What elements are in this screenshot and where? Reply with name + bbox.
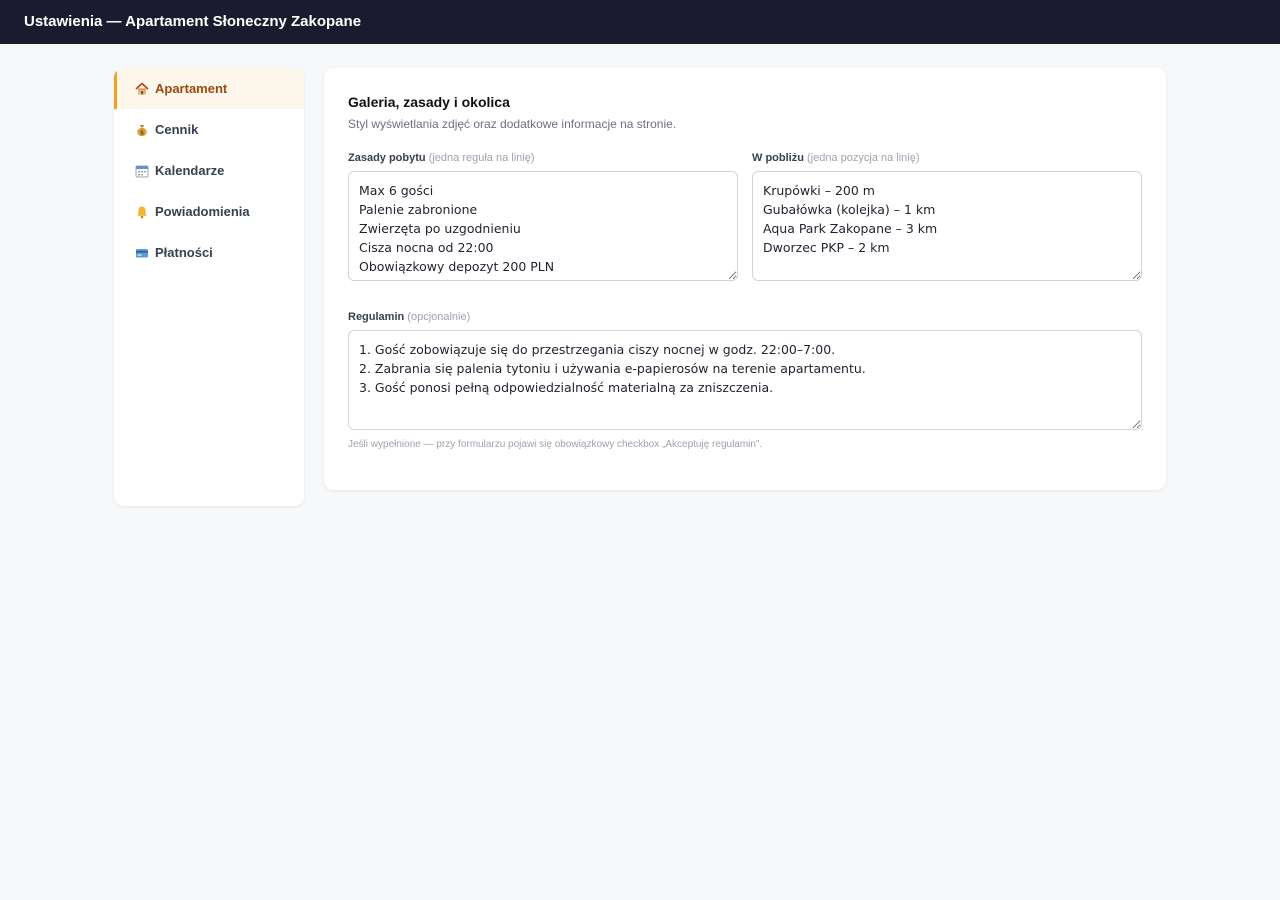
terms-label-hint: (opcjonalnie): [407, 311, 471, 323]
sidebar-item-label: Kalendarze: [155, 163, 225, 178]
sidebar-item-label: Apartament: [155, 81, 228, 96]
sidebar-item-label: Cennik: [155, 122, 199, 137]
rules-label-text: Zasady pobytu: [348, 152, 426, 164]
rules-label-hint: (jedna reguła na linię): [428, 152, 535, 164]
terms-label-text: Regulamin: [348, 311, 405, 323]
nearby-label-hint: (jedna pozycja na linię): [807, 152, 920, 164]
terms-help-text: Jeśli wypełnione — przy formularzu pojaw…: [348, 439, 763, 450]
rules-label: Zasady pobytu (jedna reguła na linię): [348, 152, 534, 164]
page-title: Ustawienia — Apartament Słoneczny Zakopa…: [24, 13, 362, 30]
nearby-label-text: W pobliżu: [752, 152, 804, 164]
sidebar-item-label: Powiadomienia: [155, 204, 250, 219]
nearby-label: W pobliżu (jedna pozycja na linię): [752, 152, 920, 164]
section-description: Styl wyświetlania zdjęć oraz dodatkowe i…: [348, 117, 677, 131]
house-icon: [134, 81, 150, 97]
svg-text:$: $: [140, 129, 144, 136]
section-title: Galeria, zasady i okolica: [348, 94, 510, 110]
calendar-icon: [134, 163, 150, 179]
sidebar-item-platnosci[interactable]: Płatności: [114, 232, 304, 273]
app-header: Ustawienia — Apartament Słoneczny Zakopa…: [0, 0, 1280, 44]
money-bag-icon: $: [134, 122, 150, 138]
sidebar-item-label: Płatności: [155, 245, 213, 260]
bell-icon: [134, 204, 150, 220]
terms-textarea[interactable]: [348, 330, 1142, 430]
rules-textarea[interactable]: [348, 171, 738, 281]
credit-card-icon: [134, 245, 150, 261]
sidebar-item-kalendarze[interactable]: Kalendarze: [114, 150, 304, 191]
sidebar-item-powiadomienia[interactable]: Powiadomienia: [114, 191, 304, 232]
settings-sidebar: Apartament $ Cennik Kalendarze Powiadomi…: [114, 68, 304, 506]
settings-panel: Galeria, zasady i okolica Styl wyświetla…: [324, 68, 1166, 490]
nearby-textarea[interactable]: [752, 171, 1142, 281]
sidebar-item-cennik[interactable]: $ Cennik: [114, 109, 304, 150]
sidebar-item-apartament[interactable]: Apartament: [114, 68, 304, 109]
terms-label: Regulamin (opcjonalnie): [348, 311, 470, 323]
